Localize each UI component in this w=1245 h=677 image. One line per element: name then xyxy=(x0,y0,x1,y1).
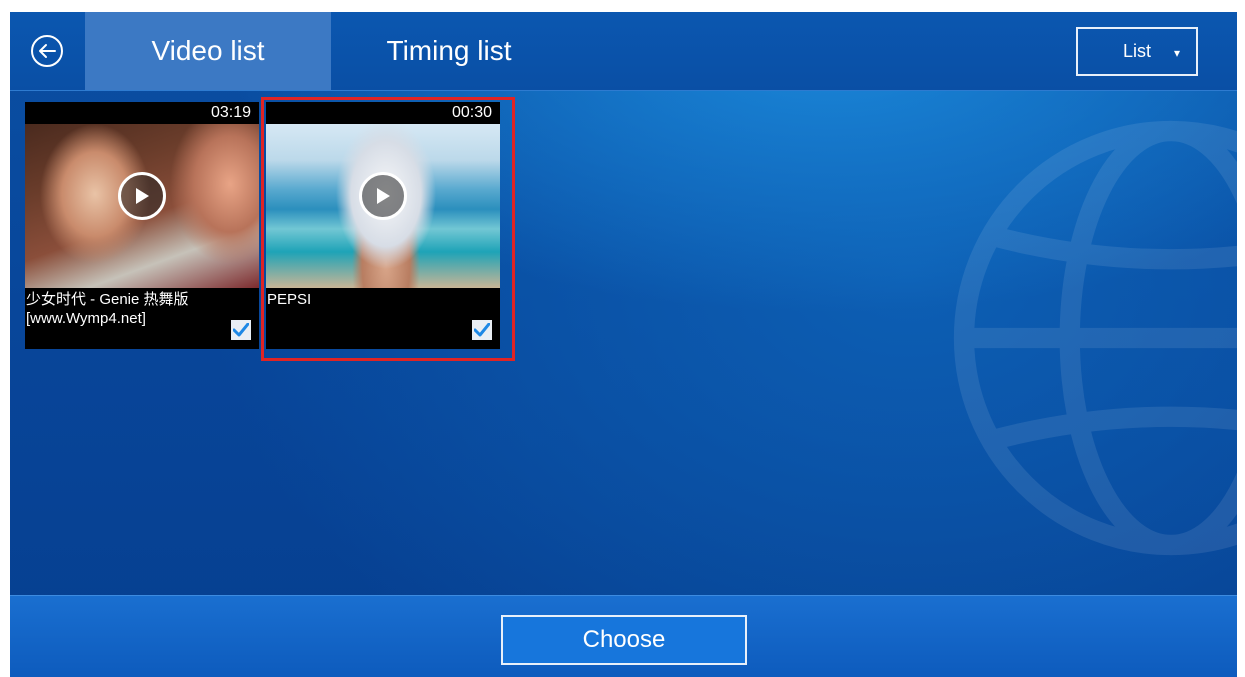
back-button[interactable] xyxy=(24,28,70,74)
video-title: PEPSI xyxy=(267,291,312,308)
tab-video-list[interactable]: Video list xyxy=(85,12,331,90)
view-mode-select[interactable]: List ▾ xyxy=(1076,27,1198,76)
video-duration: 00:30 xyxy=(451,104,492,121)
globe-watermark-icon xyxy=(953,120,1237,556)
video-duration: 03:19 xyxy=(210,104,251,121)
play-icon xyxy=(377,188,390,204)
video-title: 少女时代 - Genie 热舞版[www.Wymp4.net] xyxy=(26,291,189,327)
back-arrow-icon xyxy=(31,35,63,67)
bottom-bar: Choose xyxy=(10,595,1237,677)
select-checkbox[interactable] xyxy=(472,320,492,340)
play-button[interactable] xyxy=(118,172,166,220)
top-bar: Video list Timing list List ▾ xyxy=(10,12,1237,91)
view-mode-label: List xyxy=(1122,41,1151,61)
chevron-down-icon: ▾ xyxy=(1173,46,1180,60)
select-checkbox[interactable] xyxy=(231,320,251,340)
duration-bar: 03:19 xyxy=(25,102,259,124)
duration-bar: 00:30 xyxy=(266,102,500,124)
video-card[interactable]: 00:30 PEPSI xyxy=(266,102,500,349)
play-button[interactable] xyxy=(359,172,407,220)
video-card[interactable]: 03:19 少女时代 - Genie 热舞版[www.Wymp4.net] xyxy=(25,102,259,349)
app-frame: Video list Timing list List ▾ 03:19 少女时代… xyxy=(10,12,1237,677)
video-thumbnail xyxy=(25,124,259,288)
video-thumbnail xyxy=(266,124,500,288)
checkmark-icon xyxy=(233,323,249,337)
checkmark-icon xyxy=(474,323,490,337)
choose-button[interactable]: Choose xyxy=(501,615,747,665)
play-icon xyxy=(136,188,149,204)
tab-timing-list[interactable]: Timing list xyxy=(331,12,567,90)
